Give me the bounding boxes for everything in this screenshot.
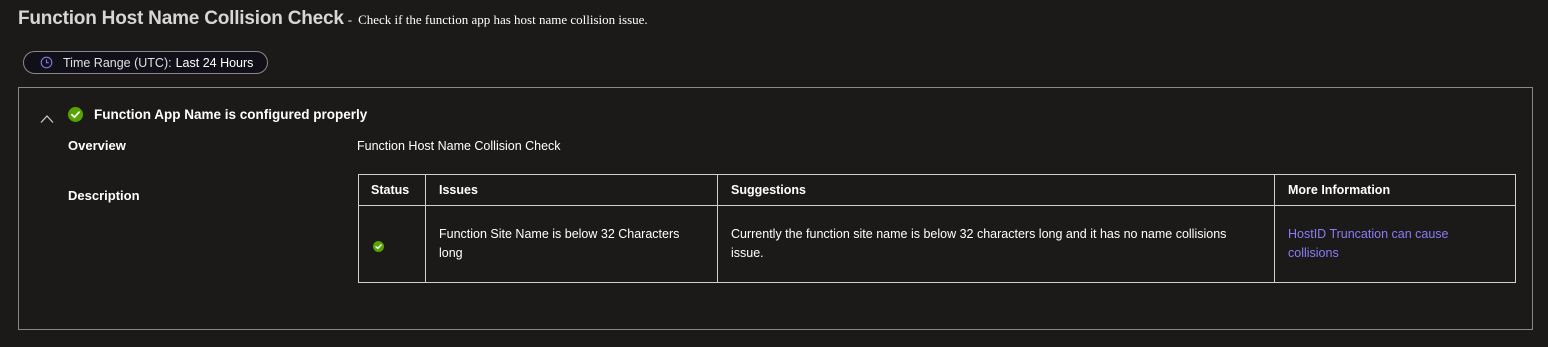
column-header-suggestions: Suggestions: [717, 174, 1275, 206]
table-header-row: Status Issues Suggestions More Informati…: [358, 174, 1516, 206]
time-range-label: Time Range (UTC):: [63, 55, 172, 70]
suggestion-cell: Currently the function site name is belo…: [717, 205, 1275, 283]
insight-title: Function App Name is configured properly: [94, 107, 368, 122]
time-range-value: Last 24 Hours: [175, 55, 254, 70]
hostid-truncation-link[interactable]: HostID Truncation can cause collisions: [1288, 227, 1449, 260]
time-range-button[interactable]: Time Range (UTC): Last 24 Hours: [23, 51, 268, 74]
title-separator: -: [347, 12, 353, 27]
issue-cell: Function Site Name is below 32 Character…: [425, 205, 718, 283]
page-header: Function Host Name Collision Check - Che…: [18, 8, 648, 30]
overview-value: Function Host Name Collision Check: [357, 139, 561, 153]
table-row: Function Site Name is below 32 Character…: [358, 205, 1516, 283]
description-label: Description: [68, 188, 140, 203]
status-cell: [358, 205, 426, 283]
page-title: Function Host Name Collision Check: [18, 8, 344, 29]
more-information-cell: HostID Truncation can cause collisions: [1274, 205, 1516, 283]
clock-icon: [40, 56, 53, 69]
page-subtitle: Check if the function app has host name …: [358, 12, 648, 27]
insight-card: Function App Name is configured properly…: [18, 87, 1533, 330]
overview-label: Overview: [68, 138, 126, 153]
column-header-issues: Issues: [425, 174, 718, 206]
success-check-icon: [371, 240, 413, 252]
chevron-up-icon[interactable]: [40, 111, 54, 123]
column-header-more-information: More Information: [1274, 174, 1516, 206]
issues-table: Status Issues Suggestions More Informati…: [358, 174, 1516, 283]
column-header-status: Status: [358, 174, 426, 206]
success-check-icon: [68, 107, 83, 122]
